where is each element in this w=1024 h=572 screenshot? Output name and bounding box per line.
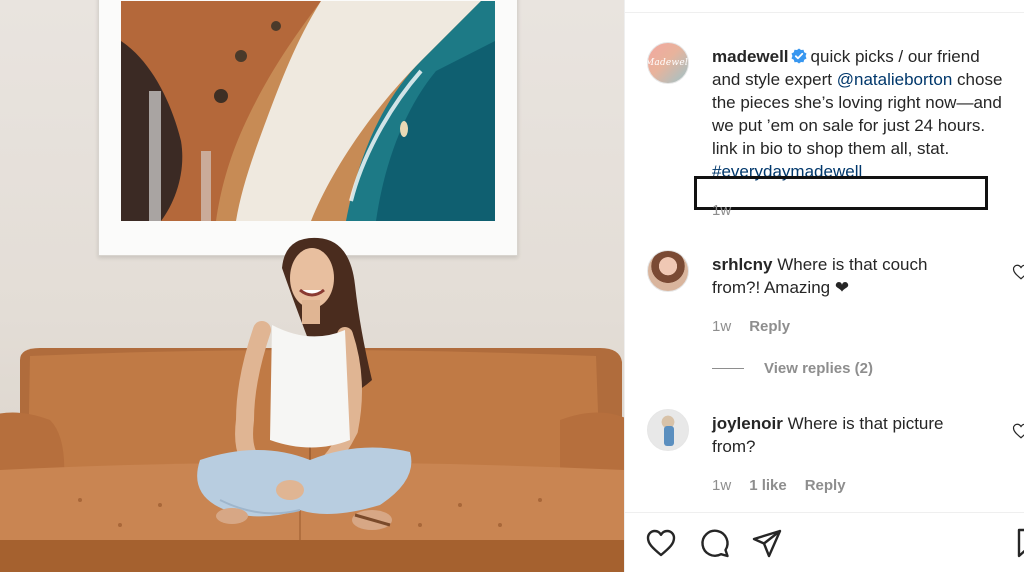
timestamp: 1w bbox=[712, 318, 732, 335]
timestamp: 1w bbox=[712, 477, 732, 494]
caption-text-line: chose bbox=[957, 70, 1003, 89]
divider bbox=[625, 12, 1024, 13]
divider bbox=[625, 512, 1024, 513]
woman-sitting bbox=[197, 237, 412, 530]
verified-badge-icon bbox=[791, 48, 807, 64]
bookmark-icon[interactable] bbox=[1013, 527, 1024, 559]
comment-text: Where is that couch bbox=[777, 255, 928, 274]
share-icon[interactable] bbox=[751, 527, 783, 559]
comment-icon[interactable] bbox=[699, 527, 731, 559]
comment-like-heart-icon[interactable] bbox=[1012, 422, 1024, 440]
divider bbox=[712, 368, 744, 369]
comment-username[interactable]: joylenoir bbox=[712, 414, 783, 433]
comment-meta: 1w Reply bbox=[712, 318, 790, 335]
comment-text: from? bbox=[712, 437, 756, 456]
post-caption: madewell quick picks / our friend and st… bbox=[694, 45, 1024, 210]
caption-highlighted-line: link in bio to shop them all, stat. bbox=[712, 139, 950, 158]
comment-username[interactable]: srhlcny bbox=[712, 255, 772, 274]
caption-text-line: quick picks / our friend bbox=[810, 47, 980, 66]
avatar[interactable]: Madewell bbox=[647, 42, 689, 84]
caption-text-line: the pieces she’s loving right now—and bbox=[712, 93, 1002, 112]
comment: joylenoir Where is that picture from? bbox=[712, 412, 1024, 458]
reply-button[interactable]: Reply bbox=[805, 477, 846, 494]
caption-text-line: and style expert bbox=[712, 70, 833, 89]
post-timestamp: 1w bbox=[712, 202, 731, 219]
caption-text-line: we put ’em on sale for just 24 hours. bbox=[712, 116, 986, 135]
post-photo[interactable] bbox=[0, 0, 624, 572]
comment-text: Where is that picture bbox=[787, 414, 944, 433]
avatar-logo-text: Madewell bbox=[647, 58, 689, 68]
highlight-annotation-box bbox=[694, 176, 988, 210]
comment-text: from?! Amazing ❤ bbox=[712, 278, 850, 297]
comment-meta: 1w 1 like Reply bbox=[712, 477, 846, 494]
heart-icon[interactable] bbox=[645, 527, 677, 559]
view-replies-label: View replies (2) bbox=[764, 360, 873, 377]
mention-link[interactable]: @natalieborton bbox=[837, 70, 953, 89]
reply-button[interactable]: Reply bbox=[749, 318, 790, 335]
timestamp: 1w bbox=[712, 202, 732, 219]
likes-count-button[interactable]: 1 like bbox=[749, 477, 787, 494]
post-details-panel: Madewell madewell quick picks / our frie… bbox=[624, 0, 1024, 572]
post-username[interactable]: madewell bbox=[712, 47, 789, 66]
avatar[interactable] bbox=[647, 250, 689, 292]
view-replies-button[interactable]: View replies (2) bbox=[712, 360, 873, 377]
comment: srhlcny Where is that couch from?! Amazi… bbox=[712, 253, 1024, 299]
avatar[interactable] bbox=[647, 409, 689, 451]
comment-like-heart-icon[interactable] bbox=[1012, 263, 1024, 281]
